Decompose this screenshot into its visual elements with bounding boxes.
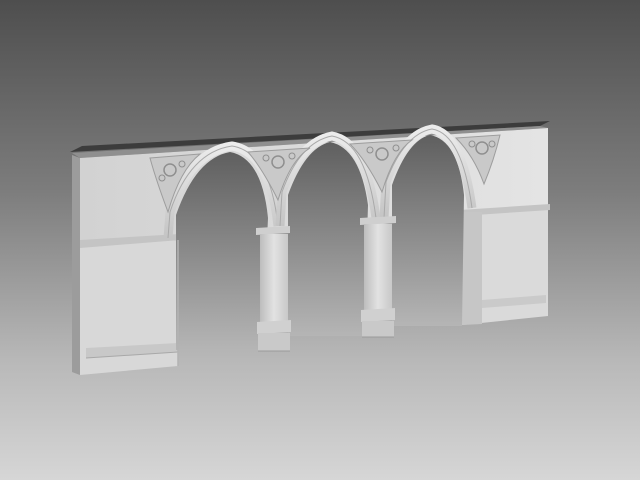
pillar-2 xyxy=(360,216,396,338)
right-end-pier xyxy=(460,204,550,325)
arch-opening-2 xyxy=(288,142,368,336)
arch-openings xyxy=(176,135,464,350)
arcade-wall-render xyxy=(70,121,550,375)
render-viewport xyxy=(0,0,640,480)
pillar-1 xyxy=(256,226,291,352)
arch-opening-3 xyxy=(392,135,464,326)
